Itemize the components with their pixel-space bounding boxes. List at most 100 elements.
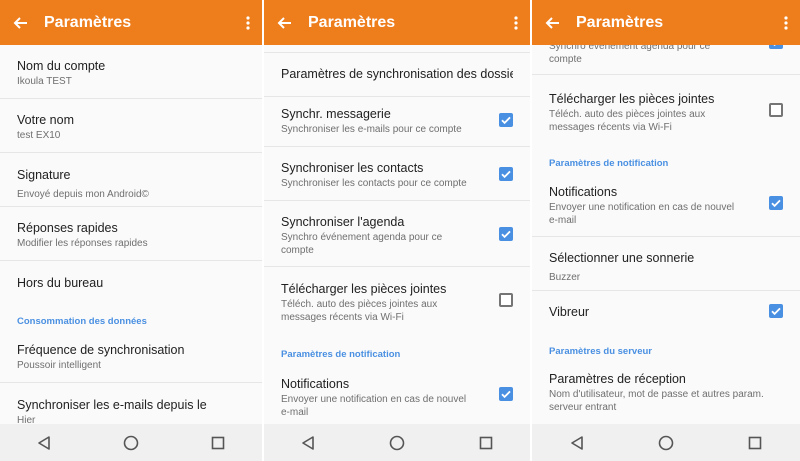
select-ringtone-item[interactable]: Sélectionner une sonnerie Buzzer	[532, 237, 800, 291]
settings-panel-account: Paramètres Nom du compte Ikoula TEST Vot…	[0, 0, 262, 461]
overflow-menu-button[interactable]	[234, 0, 262, 45]
sync-mail-item[interactable]: Synchr. messagerie Synchroniser les e-ma…	[264, 97, 530, 147]
settings-list: Paramètres de synchronisation des dossie…	[264, 45, 530, 424]
more-vert-icon	[784, 15, 788, 30]
settings-list: Nom du compte Ikoula TEST Votre nom test…	[0, 45, 262, 424]
item-title: Synchroniser les contacts	[281, 161, 424, 175]
signature-item[interactable]: Signature Envoyé depuis mon Android©	[0, 153, 262, 207]
item-title: Paramètres de réception	[549, 372, 686, 386]
item-title: Télécharger les pièces jointes	[281, 282, 447, 296]
check-icon	[771, 307, 781, 316]
app-bar: Paramètres	[532, 0, 800, 45]
item-title: Paramètres de synchronisation des dossie…	[281, 67, 513, 81]
square-recents-icon	[479, 436, 492, 449]
app-bar: Paramètres	[0, 0, 262, 45]
section-header-notifications: Paramètres de notification	[281, 349, 401, 360]
item-subtitle: Envoyé depuis mon Android©	[17, 189, 149, 200]
sync-calendar-item-partial[interactable]: Synchro événement agenda pour ce compte	[532, 45, 800, 75]
sync-calendar-checkbox[interactable]	[769, 45, 783, 49]
item-subtitle: Synchro événement agenda pour ce compte	[549, 45, 711, 65]
item-subtitle: Téléch. auto des pièces jointes aux mess…	[549, 109, 706, 133]
nav-back-button[interactable]	[29, 428, 59, 458]
section-header-data-usage: Consommation des données	[17, 316, 147, 327]
folder-sync-settings-item[interactable]: Paramètres de synchronisation des dossie…	[264, 53, 530, 97]
your-name-item[interactable]: Votre nom test EX10	[0, 99, 262, 153]
notifications-item[interactable]: Notifications Envoyer une notification e…	[264, 369, 530, 424]
item-title: Hors du bureau	[17, 276, 104, 290]
circle-home-icon	[389, 435, 405, 450]
system-nav-bar	[532, 424, 800, 461]
item-title: Signature	[17, 168, 71, 182]
page-title: Paramètres	[308, 13, 396, 31]
item-title: Synchroniser l'agenda	[281, 215, 405, 229]
arrow-back-icon	[545, 16, 559, 29]
overflow-menu-button[interactable]	[502, 0, 530, 45]
sync-emails-since-item[interactable]: Synchroniser les e-mails depuis le Hier	[0, 383, 262, 424]
item-title: Nom du compte	[17, 59, 106, 73]
overflow-menu-button[interactable]	[772, 0, 800, 45]
download-attachments-item[interactable]: Télécharger les pièces jointes Téléch. a…	[264, 267, 530, 337]
item-title: Vibreur	[549, 305, 590, 319]
section-header-server: Paramètres du serveur	[549, 346, 652, 357]
back-button[interactable]	[264, 0, 304, 45]
download-attachments-checkbox[interactable]	[499, 293, 513, 307]
vibrate-item[interactable]: Vibreur	[532, 291, 800, 335]
square-recents-icon	[749, 436, 762, 449]
settings-panel-notifications: Paramètres Synchro événement agenda pour…	[532, 0, 800, 461]
sync-frequency-item[interactable]: Fréquence de synchronisation Poussoir in…	[0, 335, 262, 383]
check-icon	[771, 199, 781, 208]
check-icon	[501, 116, 511, 125]
item-subtitle: Synchroniser les contacts pour ce compte	[281, 178, 467, 189]
item-title: Réponses rapides	[17, 221, 118, 235]
nav-home-button[interactable]	[651, 428, 681, 458]
notifications-checkbox[interactable]	[769, 196, 783, 210]
download-attachments-item[interactable]: Télécharger les pièces jointes Téléch. a…	[532, 75, 800, 145]
sync-calendar-item[interactable]: Synchroniser l'agenda Synchro événement …	[264, 201, 530, 267]
item-subtitle: Hier	[17, 415, 36, 424]
circle-home-icon	[123, 435, 139, 450]
item-subtitle: Envoyer une notification en cas de nouve…	[549, 202, 735, 226]
account-name-item[interactable]: Nom du compte Ikoula TEST	[0, 45, 262, 99]
triangle-back-icon	[37, 435, 50, 450]
item-title: Fréquence de synchronisation	[17, 343, 185, 357]
square-recents-icon	[212, 436, 225, 449]
app-bar: Paramètres	[264, 0, 530, 45]
section-header-notifications: Paramètres de notification	[549, 158, 669, 169]
notifications-item[interactable]: Notifications Envoyer une notification e…	[532, 177, 800, 237]
sync-contacts-item[interactable]: Synchroniser les contacts Synchroniser l…	[264, 147, 530, 201]
back-button[interactable]	[0, 0, 40, 45]
quick-replies-item[interactable]: Réponses rapides Modifier les réponses r…	[0, 207, 262, 261]
nav-home-button[interactable]	[382, 428, 412, 458]
nav-home-button[interactable]	[116, 428, 146, 458]
nav-recents-button[interactable]	[740, 428, 770, 458]
settings-list: Synchro événement agenda pour ce compte …	[532, 45, 800, 424]
nav-recents-button[interactable]	[203, 428, 233, 458]
nav-back-button[interactable]	[562, 428, 592, 458]
vibrate-checkbox[interactable]	[769, 304, 783, 318]
more-vert-icon	[514, 15, 518, 30]
notifications-checkbox[interactable]	[499, 387, 513, 401]
out-of-office-item[interactable]: Hors du bureau	[0, 261, 262, 303]
sync-calendar-checkbox[interactable]	[499, 227, 513, 241]
nav-back-button[interactable]	[293, 428, 323, 458]
item-title: Synchr. messagerie	[281, 107, 391, 121]
system-nav-bar	[264, 424, 530, 461]
item-title: Votre nom	[17, 113, 74, 127]
circle-home-icon	[658, 435, 674, 450]
download-attachments-checkbox[interactable]	[769, 103, 783, 117]
check-icon	[501, 170, 511, 179]
item-subtitle: Ikoula TEST	[17, 76, 72, 87]
nav-recents-button[interactable]	[471, 428, 501, 458]
item-title: Télécharger les pièces jointes	[549, 92, 715, 106]
item-subtitle: test EX10	[17, 130, 61, 141]
back-button[interactable]	[532, 0, 572, 45]
item-title: Notifications	[281, 377, 350, 391]
system-nav-bar	[0, 424, 262, 461]
item-subtitle: Buzzer	[549, 272, 581, 283]
check-icon	[773, 45, 776, 47]
sync-contacts-checkbox[interactable]	[499, 167, 513, 181]
incoming-settings-item[interactable]: Paramètres de réception Nom d'utilisateu…	[532, 367, 800, 424]
item-subtitle: Poussoir intelligent	[17, 360, 101, 371]
page-title: Paramètres	[44, 13, 132, 31]
sync-mail-checkbox[interactable]	[499, 113, 513, 127]
